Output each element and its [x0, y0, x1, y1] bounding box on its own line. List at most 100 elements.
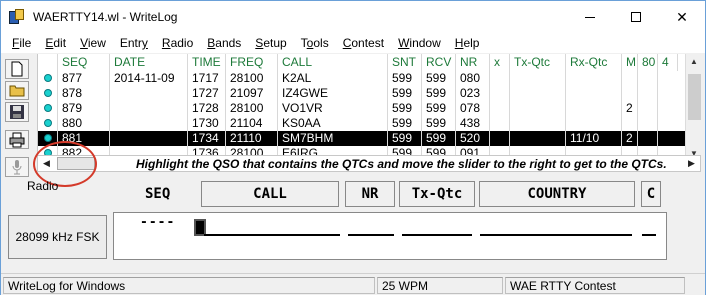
print-button[interactable] — [5, 129, 29, 150]
open-folder-icon — [9, 85, 25, 97]
cell-m: 2 — [622, 131, 638, 146]
menu-setup[interactable]: Setup — [248, 36, 293, 50]
cell-call: SM7BHM — [278, 131, 388, 146]
cell-call: VO1VR — [278, 101, 388, 116]
cell-call: KS0AA — [278, 116, 388, 131]
menu-entry[interactable]: Entry — [113, 36, 155, 50]
cell-date: 2014-11-09 — [110, 71, 188, 86]
close-button[interactable]: ✕ — [659, 1, 705, 33]
log-grid[interactable]: SEQ DATE TIME FREQ CALL SNT RCV NR x Tx-Qtc Rx-Qtc… — [37, 54, 685, 161]
column-header-snt[interactable]: SNT — [388, 54, 422, 71]
menu-file[interactable]: File — [5, 36, 38, 50]
open-folder-button[interactable] — [5, 80, 29, 101]
toolbar — [5, 59, 31, 177]
menu-bands[interactable]: Bands — [200, 36, 248, 50]
table-row[interactable]: 881 1734 21110 SM7BHM 599 599 520 11/10 2 — [38, 131, 685, 146]
entry-header-country[interactable]: COUNTRY — [479, 181, 635, 207]
frequency-mode-button[interactable]: 28099 kHz FSK — [8, 215, 107, 259]
microphone-button[interactable] — [5, 157, 29, 177]
table-row[interactable]: 879 1728 28100 VO1VR 599 599 078 2 — [38, 101, 685, 116]
cell-x — [490, 131, 510, 146]
menu-window[interactable]: Window — [391, 36, 448, 50]
maximize-button[interactable] — [613, 1, 659, 33]
call-field[interactable] — [204, 234, 340, 236]
entry-header-tx-qtc[interactable]: Tx-Qtc — [399, 181, 475, 207]
cell-seq: 880 — [58, 116, 110, 131]
cell-b80 — [638, 116, 658, 131]
cell-time: 1730 — [188, 116, 226, 131]
cell-time: 1727 — [188, 86, 226, 101]
menu-bar: File Edit View Entry Radio Bands Setup Tools Con… — [1, 33, 705, 53]
column-header-rcv[interactable]: RCV — [422, 54, 456, 71]
column-header-m[interactable]: M — [622, 54, 638, 71]
qso-entry-panel: ---- — [113, 212, 667, 260]
scroll-up-icon[interactable]: ▲ — [690, 57, 698, 66]
cell-txqtc — [510, 131, 566, 146]
menu-radio[interactable]: Radio — [155, 36, 200, 50]
menu-edit[interactable]: Edit — [38, 36, 73, 50]
minimize-icon — [585, 16, 595, 18]
menu-tools[interactable]: Tools — [294, 36, 336, 50]
status-dot-icon — [44, 74, 52, 82]
entry-header-call[interactable]: CALL — [201, 181, 339, 207]
column-header-nr[interactable]: NR — [456, 54, 490, 71]
cell-m — [622, 71, 638, 86]
nr-field[interactable] — [348, 234, 394, 236]
cell-x — [490, 86, 510, 101]
cell-date — [110, 116, 188, 131]
cell-b80 — [638, 101, 658, 116]
cell-m: 2 — [622, 101, 638, 116]
log-horizontal-scrollbar[interactable]: ◀ Highlight the QSO that contains the QT… — [37, 155, 701, 172]
log-vertical-scrollbar[interactable]: ▲ ▼ — [685, 54, 702, 161]
column-header-tx-qtc[interactable]: Tx-Qtc — [510, 54, 566, 71]
column-header-freq[interactable]: FREQ — [226, 54, 278, 71]
c-field[interactable] — [642, 234, 656, 236]
scroll-right-icon[interactable]: ▶ — [683, 156, 700, 171]
row-marker-cell — [38, 71, 58, 86]
cell-rxqtc — [566, 86, 622, 101]
column-header-x[interactable]: x — [490, 54, 510, 71]
new-file-button[interactable] — [5, 59, 29, 79]
log-grid-header: SEQ DATE TIME FREQ CALL SNT RCV NR x Tx-Qtc Rx-Qtc… — [38, 54, 685, 71]
title-bar: WAERTTY14.wl - WriteLog ✕ — [1, 1, 705, 33]
vertical-scroll-thumb[interactable] — [688, 74, 701, 120]
cell-rxqtc — [566, 116, 622, 131]
cell-snt: 599 — [388, 101, 422, 116]
cell-seq: 878 — [58, 86, 110, 101]
cell-rcv: 599 — [422, 86, 456, 101]
status-dot-icon — [44, 89, 52, 97]
column-header-date[interactable]: DATE — [110, 54, 188, 71]
cell-m — [622, 86, 638, 101]
table-row[interactable]: 880 1730 21104 KS0AA 599 599 438 — [38, 116, 685, 131]
status-dot-icon — [44, 119, 52, 127]
annotation-hint: Highlight the QSO that contains the QTCs… — [136, 157, 667, 171]
column-header-4[interactable]: 4 — [658, 54, 678, 71]
tx-qtc-field[interactable] — [402, 234, 472, 236]
menu-contest[interactable]: Contest — [336, 36, 391, 50]
cell-call: K2AL — [278, 71, 388, 86]
entry-header-nr[interactable]: NR — [345, 181, 395, 207]
cell-x — [490, 71, 510, 86]
cell-date — [110, 86, 188, 101]
column-header-seq[interactable]: SEQ — [58, 54, 110, 71]
cell-snt: 599 — [388, 116, 422, 131]
country-field[interactable] — [480, 234, 632, 236]
menu-help[interactable]: Help — [448, 36, 487, 50]
cell-call: IZ4GWE — [278, 86, 388, 101]
cell-snt: 599 — [388, 86, 422, 101]
column-header-time[interactable]: TIME — [188, 54, 226, 71]
column-header-call[interactable]: CALL — [278, 54, 388, 71]
cell-nr: 078 — [456, 101, 490, 116]
table-row[interactable]: 878 1727 21097 IZ4GWE 599 599 023 — [38, 86, 685, 101]
save-button[interactable] — [5, 102, 29, 122]
entry-header-c[interactable]: C — [641, 181, 661, 207]
column-header-80[interactable]: 80 — [638, 54, 658, 71]
menu-view[interactable]: View — [73, 36, 113, 50]
column-header-rx-qtc[interactable]: Rx-Qtc — [566, 54, 622, 71]
cell-rcv: 599 — [422, 101, 456, 116]
cell-b80 — [638, 131, 658, 146]
minimize-button[interactable] — [567, 1, 613, 33]
cell-seq: 877 — [58, 71, 110, 86]
cell-snt: 599 — [388, 71, 422, 86]
table-row[interactable]: 877 2014-11-09 1717 28100 K2AL 599 599 080 — [38, 71, 685, 86]
